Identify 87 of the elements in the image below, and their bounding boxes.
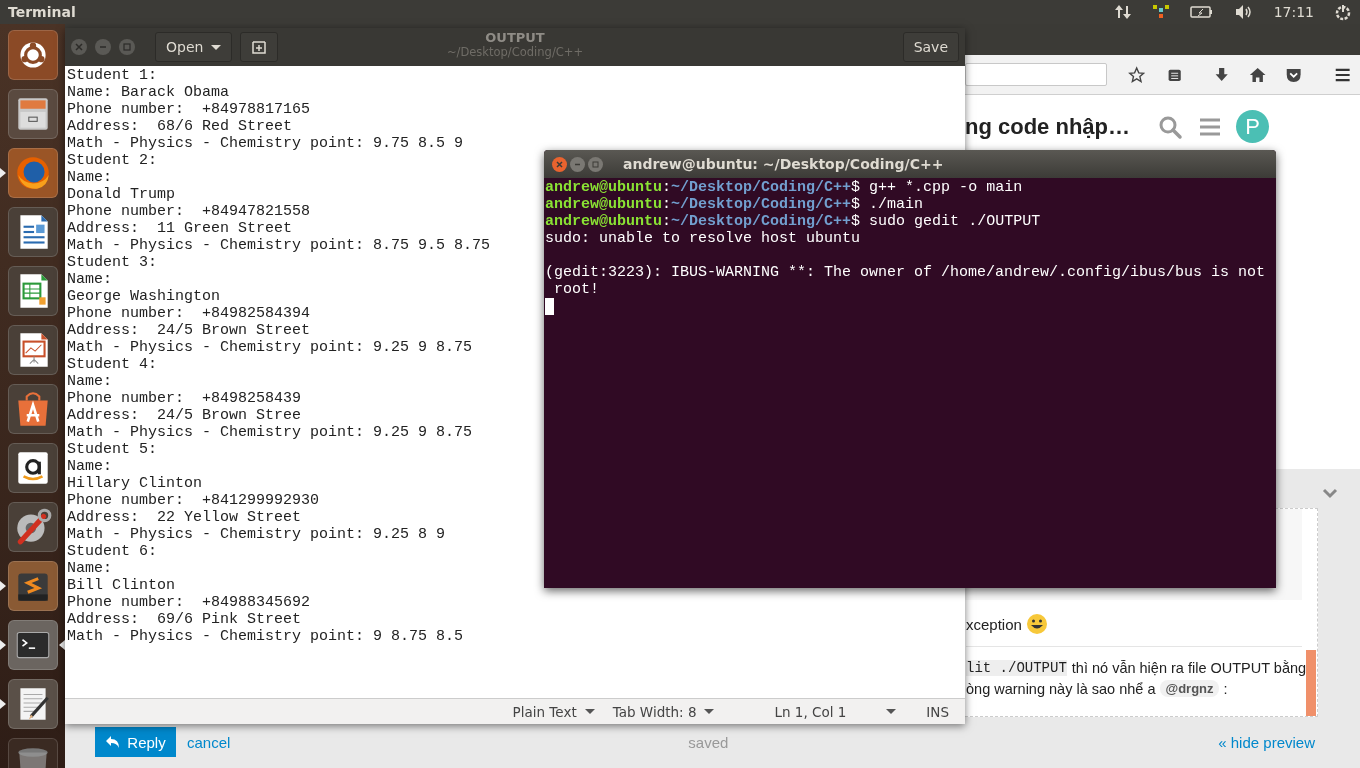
reply-icon — [105, 735, 122, 749]
text-line: Phone number: +84982584394 — [67, 305, 311, 322]
close-button[interactable] — [552, 156, 567, 172]
files-launcher-icon[interactable] — [7, 89, 58, 139]
text-line: Hillary Clinton — [67, 475, 203, 492]
text-line: Address: 24/5 Brown Stree — [67, 407, 302, 424]
new-tab-icon — [251, 39, 268, 55]
sublime-launcher-icon[interactable] — [7, 561, 58, 611]
text-line: Student 5: — [67, 441, 157, 458]
open-button[interactable]: Open — [155, 32, 233, 62]
tab-width-selector[interactable]: Tab Width: 8 — [612, 703, 715, 720]
minimize-icon — [99, 43, 107, 51]
terminal-launcher-icon[interactable] — [7, 620, 58, 670]
clock[interactable]: 17:11 — [1273, 4, 1314, 20]
text-line: Student 4: — [67, 356, 157, 373]
app-title: Terminal — [8, 4, 76, 20]
text-line: Name: — [67, 169, 112, 186]
amazon-launcher-icon[interactable] — [7, 443, 58, 493]
text-line: Student 6: — [67, 543, 157, 560]
new-tab-button[interactable] — [240, 32, 279, 62]
text-line: Math - Physics - Chemistry point: 9.25 9 8.75 — [67, 424, 473, 441]
close-icon — [556, 160, 563, 168]
terminal-line: andrew@ubuntu:~/Desktop/Coding/C++$ g++ *.cpp -o main — [545, 179, 1023, 196]
text-line: Address: 22 Yellow Street — [67, 509, 302, 526]
writer-launcher-icon[interactable] — [7, 207, 58, 257]
text-line: Student 2: — [67, 152, 157, 169]
preview-text: xception — [966, 615, 1022, 633]
save-button[interactable]: Save — [902, 32, 959, 62]
insert-mode: INS — [926, 703, 949, 720]
text-line: Name: — [67, 458, 112, 475]
smiley-icon — [1025, 613, 1048, 635]
caret-icon[interactable] — [886, 709, 897, 714]
text-line: Math - Physics - Chemistry point: 9.75 8.5 9 — [67, 135, 464, 152]
terminal-line: andrew@ubuntu:~/Desktop/Coding/C++$ ./main — [545, 196, 924, 213]
save-status: saved — [688, 733, 729, 751]
text-line: Phone number: +84947821558 — [67, 203, 311, 220]
text-line: Math - Physics - Chemistry point: 8.75 9.5 8.75 — [67, 237, 491, 254]
text-line: Phone number: +84978817165 — [67, 101, 311, 118]
topic-title: ng code nhập… — [965, 113, 1130, 140]
text-line: Name: — [67, 271, 112, 288]
text-line: Name: — [67, 373, 112, 390]
scroll-indicator — [1306, 650, 1316, 716]
terminal-line: root! — [553, 281, 599, 298]
battery-icon[interactable] — [1189, 3, 1214, 21]
language-selector[interactable]: Plain Text — [512, 703, 595, 720]
text-line: Math - Physics - Chemistry point: 9.25 8 9 — [67, 526, 446, 543]
terminal-line: andrew@ubuntu:~/Desktop/Coding/C++$ sudo gedit ./OUTPUT — [545, 213, 1041, 230]
volume-icon[interactable] — [1233, 3, 1254, 21]
terminal-line: (gedit:3223): IBUS-WARNING **: The owner of /home/andrew/.config/ibus/bus is not — [545, 264, 1266, 281]
text-line: Address: 24/5 Brown Street — [67, 322, 311, 339]
text-line: Student 1: — [67, 67, 157, 84]
text-line: Student 3: — [67, 254, 157, 271]
text-line: Math - Physics - Chemistry point: 9.25 9 8.75 — [67, 339, 473, 356]
text-line: Name: — [67, 560, 112, 577]
text-line: Phone number: +8498258439 — [67, 390, 302, 407]
impress-launcher-icon[interactable] — [7, 325, 58, 375]
reply-button[interactable]: Reply — [95, 727, 176, 757]
chevron-down-icon[interactable] — [1322, 487, 1338, 499]
text-line: Address: 69/6 Pink Street — [67, 611, 302, 628]
network-icon[interactable] — [1113, 3, 1132, 21]
text-line: Phone number: +84988345692 — [67, 594, 311, 611]
keyboard-indicator-icon[interactable] — [1151, 3, 1170, 21]
maximize-icon — [123, 43, 131, 51]
text-line: Phone number: +841299992930 — [67, 492, 320, 509]
texteditor-launcher-icon[interactable] — [7, 679, 58, 729]
calc-launcher-icon[interactable] — [7, 266, 58, 316]
text-line: Math - Physics - Chemistry point: 9 8.75 8.5 — [67, 628, 464, 645]
text-cursor — [545, 298, 554, 315]
text-line: George Washington — [67, 288, 221, 305]
settings-launcher-icon[interactable] — [7, 502, 58, 552]
ubuntu-launcher-icon[interactable] — [7, 30, 58, 80]
power-icon[interactable] — [1334, 3, 1352, 21]
maximize-icon — [592, 160, 599, 168]
text-line: Bill Clinton — [67, 577, 176, 594]
window-title: OUTPUT — [485, 30, 545, 45]
text-line: Address: 11 Green Street — [67, 220, 293, 237]
text-line: Donald Trump — [67, 186, 176, 203]
text-line: Name: Barack Obama — [67, 84, 230, 101]
close-icon — [75, 43, 83, 51]
text-line: Address: 68/6 Red Street — [67, 118, 293, 135]
window-title: andrew@ubuntu: ~/Desktop/Coding/C++ — [623, 156, 944, 172]
software-launcher-icon[interactable] — [7, 384, 58, 434]
star-icon[interactable] — [1127, 64, 1146, 85]
cursor-position[interactable]: Ln 1, Col 1 — [774, 703, 847, 720]
terminal-line: sudo: unable to resolve host ubuntu — [545, 230, 861, 247]
firefox-launcher-icon[interactable] — [7, 148, 58, 198]
address-field[interactable] — [965, 63, 1107, 86]
